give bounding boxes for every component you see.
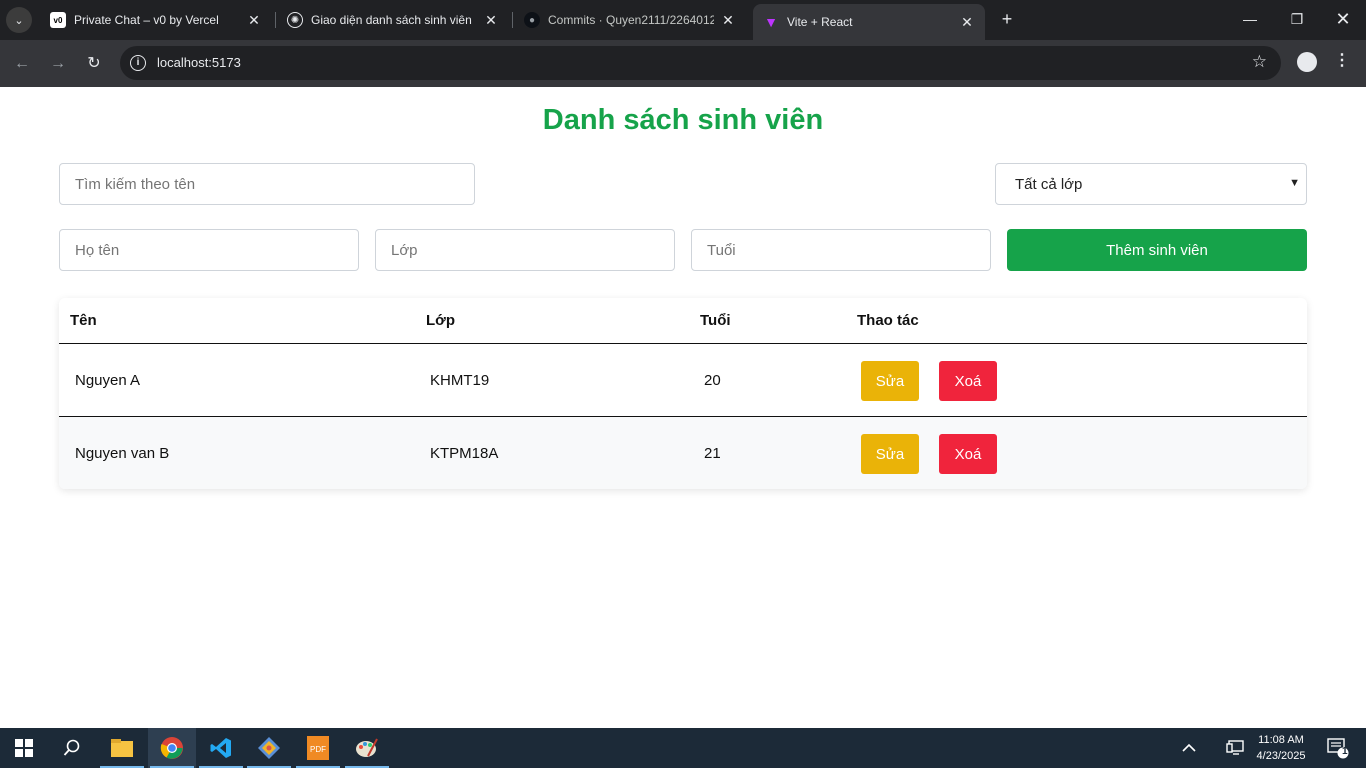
cell-age: 21: [704, 445, 721, 462]
edit-button[interactable]: Sửa: [861, 434, 919, 474]
profile-avatar-icon[interactable]: [1297, 52, 1317, 72]
class-filter-value: Tất cả lớp: [1015, 175, 1083, 193]
browser-tab-strip: ⌄ v0 Private Chat – v0 by Vercel ✕ ✺ Gia…: [0, 0, 1366, 40]
v0-icon: v0: [50, 12, 66, 28]
search-icon[interactable]: [48, 728, 96, 768]
minimize-icon[interactable]: —: [1230, 8, 1270, 30]
browser-toolbar: ← → ↻ i localhost:5173 ☆ ⋮: [0, 40, 1366, 87]
tab-vite-react[interactable]: ▼ Vite + React ✕: [753, 4, 985, 40]
openai-icon: ✺: [287, 12, 303, 28]
header-class: Lớp: [426, 312, 455, 329]
cell-age: 20: [704, 372, 721, 389]
taskbar-clock[interactable]: 11:08 AM 4/23/2025: [1249, 732, 1313, 764]
windows-taskbar: PDF 11:08 AM 4/23/2025 1: [0, 728, 1366, 768]
clock-time: 11:08 AM: [1258, 734, 1304, 746]
delete-button[interactable]: Xoá: [939, 434, 997, 474]
table-row: Nguyen van B KTPM18A 21 Sửa Xoá: [59, 417, 1307, 489]
edit-button[interactable]: Sửa: [861, 361, 919, 401]
close-icon[interactable]: ✕: [246, 12, 262, 29]
class-filter-select[interactable]: Tất cả lớp ▼: [995, 163, 1307, 205]
notification-count-badge: 1: [1342, 746, 1348, 757]
window-close-icon[interactable]: ✕: [1323, 8, 1363, 30]
header-name: Tên: [70, 312, 97, 329]
cell-class: KTPM18A: [430, 445, 499, 462]
bookmark-star-icon[interactable]: ☆: [1252, 52, 1267, 72]
github-icon: ●: [524, 12, 540, 28]
file-explorer-icon[interactable]: [98, 728, 146, 768]
tray-chevron-up-icon[interactable]: [1165, 728, 1213, 768]
table-header: Tên Lớp Tuổi Thao tác: [59, 298, 1307, 344]
back-arrow-icon[interactable]: ←: [10, 52, 34, 76]
reload-icon[interactable]: ↻: [82, 52, 106, 76]
tab-title: Commits · Quyen2111/22640124: [548, 13, 714, 27]
add-student-button[interactable]: Thêm sinh viên: [1007, 229, 1307, 271]
tab-title: Vite + React: [787, 15, 853, 29]
tab-v0[interactable]: v0 Private Chat – v0 by Vercel ✕: [40, 4, 272, 36]
notification-center-icon[interactable]: 1: [1316, 728, 1360, 768]
new-tab-plus-icon[interactable]: +: [996, 8, 1018, 30]
tab-separator: [512, 12, 513, 28]
windows-start-icon[interactable]: [0, 728, 48, 768]
header-actions: Thao tác: [857, 312, 919, 329]
svg-text:PDF: PDF: [310, 745, 326, 754]
site-info-icon[interactable]: i: [130, 55, 146, 71]
forward-arrow-icon[interactable]: →: [46, 52, 70, 76]
chrome-icon[interactable]: [148, 728, 196, 768]
vscode-icon[interactable]: [197, 728, 245, 768]
table-row: Nguyen A KHMT19 20 Sửa Xoá: [59, 344, 1307, 417]
tab-title: Giao diện danh sách sinh viên: [311, 13, 472, 27]
tab-title: Private Chat – v0 by Vercel: [74, 13, 219, 27]
restore-icon[interactable]: ❐: [1277, 8, 1317, 30]
search-input[interactable]: [59, 163, 475, 205]
tab-giao-dien[interactable]: ✺ Giao diện danh sách sinh viên ✕: [277, 4, 509, 36]
name-input[interactable]: [59, 229, 359, 271]
pdf-app-icon[interactable]: PDF: [294, 728, 342, 768]
vite-icon: ▼: [764, 14, 778, 30]
close-icon[interactable]: ✕: [959, 14, 975, 31]
address-bar[interactable]: i localhost:5173 ☆: [120, 46, 1281, 80]
more-menu-icon[interactable]: ⋮: [1334, 50, 1350, 70]
page-title: Danh sách sinh viên: [542, 104, 824, 136]
paint-app-icon[interactable]: [343, 728, 391, 768]
tab-separator: [275, 12, 276, 28]
chevron-down-icon: ▼: [1289, 177, 1300, 189]
delete-button[interactable]: Xoá: [939, 361, 997, 401]
url-text: localhost:5173: [157, 55, 241, 70]
header-age: Tuổi: [700, 312, 731, 329]
page-content: Danh sách sinh viên Tất cả lớp ▼ Thêm si…: [0, 87, 1366, 728]
tab-search-chevron-icon[interactable]: ⌄: [6, 7, 32, 33]
close-icon[interactable]: ✕: [483, 12, 499, 29]
age-input[interactable]: [691, 229, 991, 271]
git-tool-icon[interactable]: [245, 728, 293, 768]
cell-name: Nguyen A: [75, 372, 141, 389]
student-table: Tên Lớp Tuổi Thao tác Nguyen A KHMT19 20…: [59, 298, 1307, 489]
tab-commits[interactable]: ● Commits · Quyen2111/22640124 ✕: [514, 4, 746, 36]
clock-date: 4/23/2025: [1256, 750, 1306, 762]
class-input[interactable]: [375, 229, 675, 271]
close-icon[interactable]: ✕: [720, 12, 736, 29]
cell-name: Nguyen van B: [75, 445, 170, 462]
cell-class: KHMT19: [430, 372, 490, 389]
